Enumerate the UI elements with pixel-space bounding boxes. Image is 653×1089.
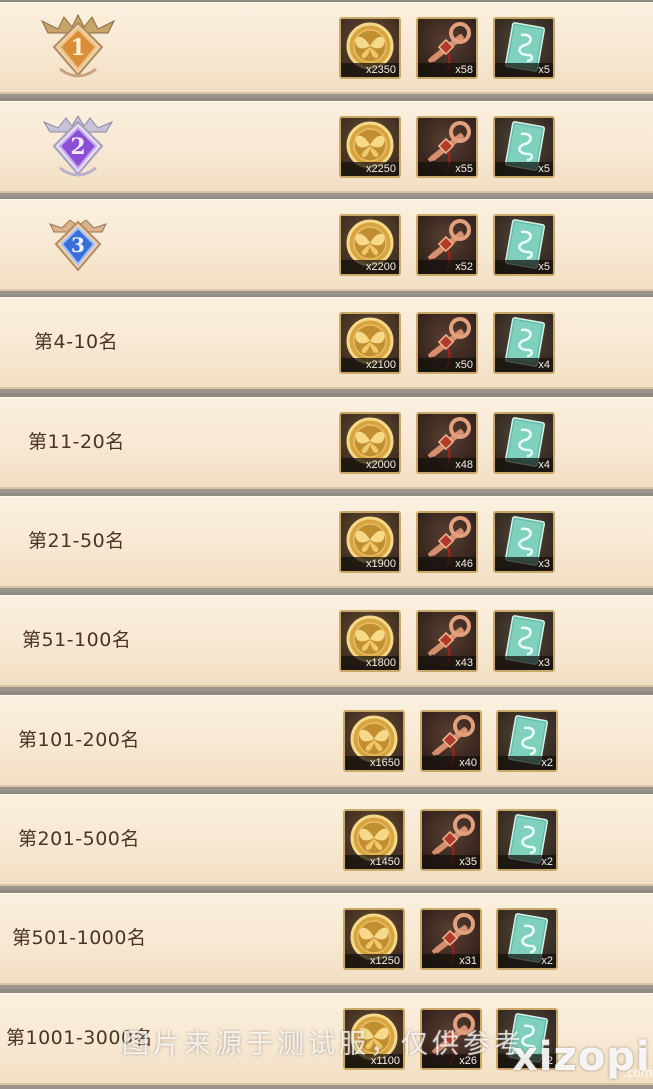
reward-quantity: x2200 [341, 260, 399, 274]
rank-3-blue-badge-icon: 3 [38, 210, 118, 282]
reward-quantity: x3 [495, 557, 553, 571]
bronze-key-item[interactable]: x52 [416, 214, 478, 276]
reward-quantity: x4 [495, 358, 553, 372]
reward-quantity: x58 [418, 63, 476, 77]
bronze-key-item[interactable]: x50 [416, 312, 478, 374]
bronze-key-item[interactable]: x58 [416, 17, 478, 79]
butterfly-coin-item[interactable]: x2250 [339, 116, 401, 178]
reward-quantity: x40 [422, 756, 480, 770]
rank-label: 第51-100名 [22, 629, 132, 651]
reward-quantity: x2100 [341, 358, 399, 372]
jade-card-item[interactable]: x3 [493, 610, 555, 672]
bronze-key-item[interactable]: x46 [416, 511, 478, 573]
rank-label: 第201-500名 [18, 828, 140, 850]
jade-card-item[interactable]: x2 [496, 1008, 558, 1070]
reward-row-rank-2: 2 x2250 x55 x5 [0, 101, 653, 197]
jade-card-item[interactable]: x2 [496, 710, 558, 772]
butterfly-coin-item[interactable]: x2200 [339, 214, 401, 276]
rank-label: 第101-200名 [18, 729, 140, 751]
reward-quantity: x26 [422, 1054, 480, 1068]
reward-row-rank-101-200: 第101-200名 x1650 x40 x2 [0, 695, 653, 791]
butterfly-coin-item[interactable]: x1100 [343, 1008, 405, 1070]
jade-card-item[interactable]: x5 [493, 116, 555, 178]
rank-label: 第501-1000名 [12, 927, 147, 949]
reward-quantity: x43 [418, 656, 476, 670]
reward-row-rank-21-50: 第21-50名 x1900 x46 x3 [0, 496, 653, 592]
svg-text:3: 3 [71, 233, 85, 257]
reward-quantity: x1800 [341, 656, 399, 670]
reward-row-rank-4-10: 第4-10名 x2100 x50 x4 [0, 297, 653, 393]
reward-quantity: x55 [418, 162, 476, 176]
butterfly-coin-item[interactable]: x1900 [339, 511, 401, 573]
reward-quantity: x2000 [341, 458, 399, 472]
reward-quantity: x1650 [345, 756, 403, 770]
bronze-key-item[interactable]: x43 [416, 610, 478, 672]
reward-quantity: x5 [495, 63, 553, 77]
reward-quantity: x2 [498, 855, 556, 869]
reward-quantity: x2 [498, 954, 556, 968]
rank-2-purple-badge-icon: 2 [38, 112, 118, 184]
jade-card-item[interactable]: x2 [496, 908, 558, 970]
reward-row-rank-11-20: 第11-20名 x2000 x48 x4 [0, 397, 653, 493]
butterfly-coin-item[interactable]: x2350 [339, 17, 401, 79]
jade-card-item[interactable]: x4 [493, 412, 555, 474]
reward-quantity: x1450 [345, 855, 403, 869]
rank-label: 第11-20名 [28, 431, 125, 453]
reward-quantity: x50 [418, 358, 476, 372]
reward-quantity: x46 [418, 557, 476, 571]
jade-card-item[interactable]: x5 [493, 214, 555, 276]
jade-card-item[interactable]: x4 [493, 312, 555, 374]
reward-row-rank-51-100: 第51-100名 x1800 x43 x3 [0, 595, 653, 691]
reward-row-rank-201-500: 第201-500名 x1450 x35 x2 [0, 794, 653, 890]
butterfly-coin-item[interactable]: x1450 [343, 809, 405, 871]
butterfly-coin-item[interactable]: x1250 [343, 908, 405, 970]
reward-quantity: x2 [498, 1054, 556, 1068]
reward-quantity: x48 [418, 458, 476, 472]
reward-quantity: x35 [422, 855, 480, 869]
reward-quantity: x1100 [345, 1054, 403, 1068]
reward-quantity: x4 [495, 458, 553, 472]
reward-quantity: x5 [495, 162, 553, 176]
butterfly-coin-item[interactable]: x1800 [339, 610, 401, 672]
butterfly-coin-item[interactable]: x2100 [339, 312, 401, 374]
rank-1-gold-badge-icon: 1 [38, 13, 118, 85]
bronze-key-item[interactable]: x40 [420, 710, 482, 772]
rank-label: 第4-10名 [34, 331, 119, 353]
reward-quantity: x3 [495, 656, 553, 670]
rank-label: 第21-50名 [28, 530, 125, 552]
reward-quantity: x52 [418, 260, 476, 274]
bronze-key-item[interactable]: x26 [420, 1008, 482, 1070]
reward-row-rank-3: 3 x2200 x52 x5 [0, 199, 653, 295]
butterfly-coin-item[interactable]: x1650 [343, 710, 405, 772]
bronze-key-item[interactable]: x31 [420, 908, 482, 970]
rank-label: 第1001-3000名 [6, 1027, 154, 1049]
reward-quantity: x2 [498, 756, 556, 770]
reward-quantity: x31 [422, 954, 480, 968]
jade-card-item[interactable]: x2 [496, 809, 558, 871]
svg-text:2: 2 [70, 134, 85, 160]
reward-row-rank-1: 1 x2350 x58 x5 [0, 2, 653, 98]
reward-quantity: x2250 [341, 162, 399, 176]
svg-text:1: 1 [70, 35, 85, 61]
reward-row-rank-501-1000: 第501-1000名 x1250 x31 x2 [0, 893, 653, 989]
butterfly-coin-item[interactable]: x2000 [339, 412, 401, 474]
reward-row-rank-1001-3000: 第1001-3000名 x1100 x26 x2 [0, 993, 653, 1089]
bronze-key-item[interactable]: x35 [420, 809, 482, 871]
reward-quantity: x2350 [341, 63, 399, 77]
bronze-key-item[interactable]: x55 [416, 116, 478, 178]
reward-quantity: x5 [495, 260, 553, 274]
jade-card-item[interactable]: x5 [493, 17, 555, 79]
reward-quantity: x1900 [341, 557, 399, 571]
bronze-key-item[interactable]: x48 [416, 412, 478, 474]
reward-quantity: x1250 [345, 954, 403, 968]
jade-card-item[interactable]: x3 [493, 511, 555, 573]
